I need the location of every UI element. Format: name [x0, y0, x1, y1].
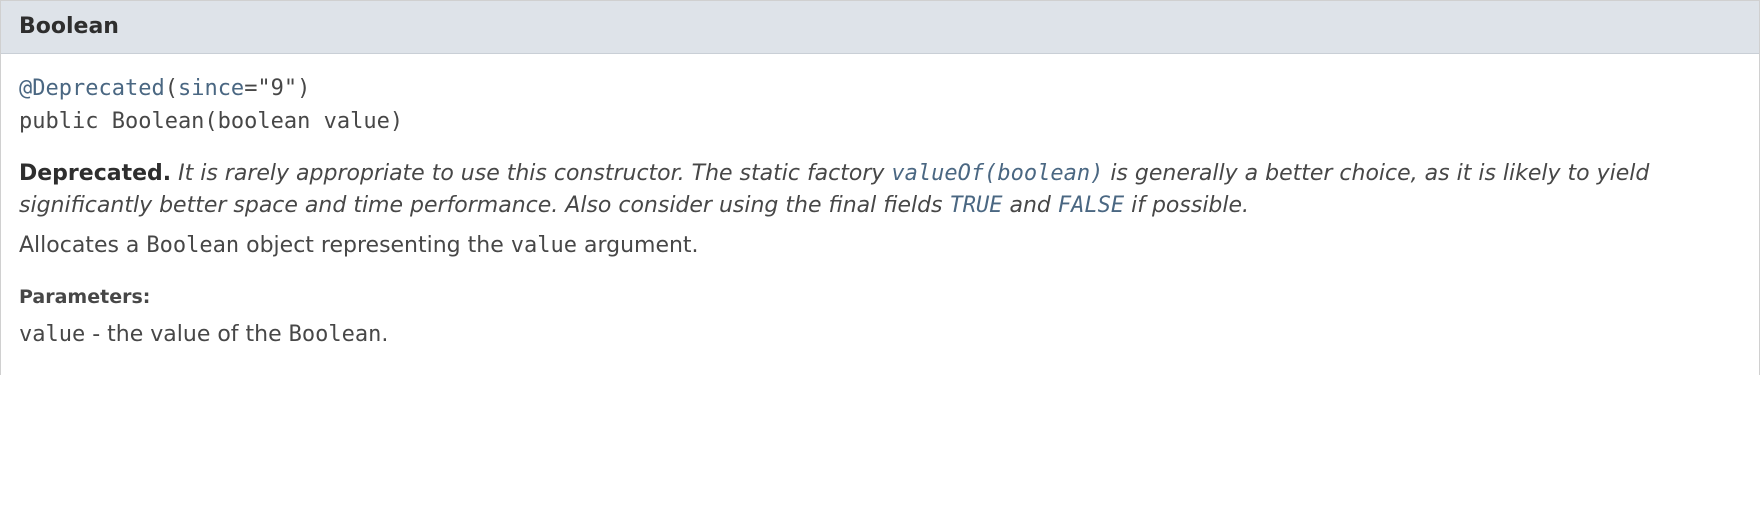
- deprecation-block: Deprecated. It is rarely appropriate to …: [19, 158, 1741, 222]
- parameters-heading: Parameters:: [19, 284, 1741, 312]
- method-detail-block: Boolean @Deprecated(since="9") public Bo…: [0, 0, 1760, 375]
- deprecated-label: Deprecated.: [19, 161, 171, 186]
- signature-text: (: [165, 76, 178, 101]
- section-header: Boolean: [1, 1, 1759, 54]
- false-link[interactable]: FALSE: [1058, 193, 1124, 218]
- description-text: object representing the: [239, 233, 511, 258]
- since-link[interactable]: since: [178, 76, 244, 101]
- inline-code: Boolean: [289, 322, 382, 347]
- true-link[interactable]: TRUE: [950, 193, 1003, 218]
- parameter-desc: .: [381, 322, 388, 347]
- section-body: @Deprecated(since="9") public Boolean(bo…: [1, 54, 1759, 375]
- description-text: Allocates a: [19, 233, 146, 258]
- parameter-line: value - the value of the Boolean.: [19, 319, 1741, 351]
- deprecation-text: and: [1003, 193, 1058, 218]
- description-text: argument.: [577, 233, 699, 258]
- description-block: Allocates a Boolean object representing …: [19, 230, 1741, 262]
- deprecation-text: if possible.: [1124, 193, 1249, 218]
- parameter-desc: - the value of the: [85, 322, 288, 347]
- method-signature: @Deprecated(since="9") public Boolean(bo…: [19, 72, 1741, 138]
- deprecation-text: It is rarely appropriate to use this con…: [171, 161, 891, 186]
- inline-code: value: [511, 233, 577, 258]
- signature-text: public Boolean(boolean value): [19, 109, 403, 134]
- section-title: Boolean: [19, 14, 119, 39]
- signature-text: ="9"): [244, 76, 310, 101]
- valueof-link[interactable]: valueOf(boolean): [891, 161, 1103, 186]
- parameter-name: value: [19, 322, 85, 347]
- inline-code: Boolean: [146, 233, 239, 258]
- deprecated-annotation-link[interactable]: @Deprecated: [19, 76, 165, 101]
